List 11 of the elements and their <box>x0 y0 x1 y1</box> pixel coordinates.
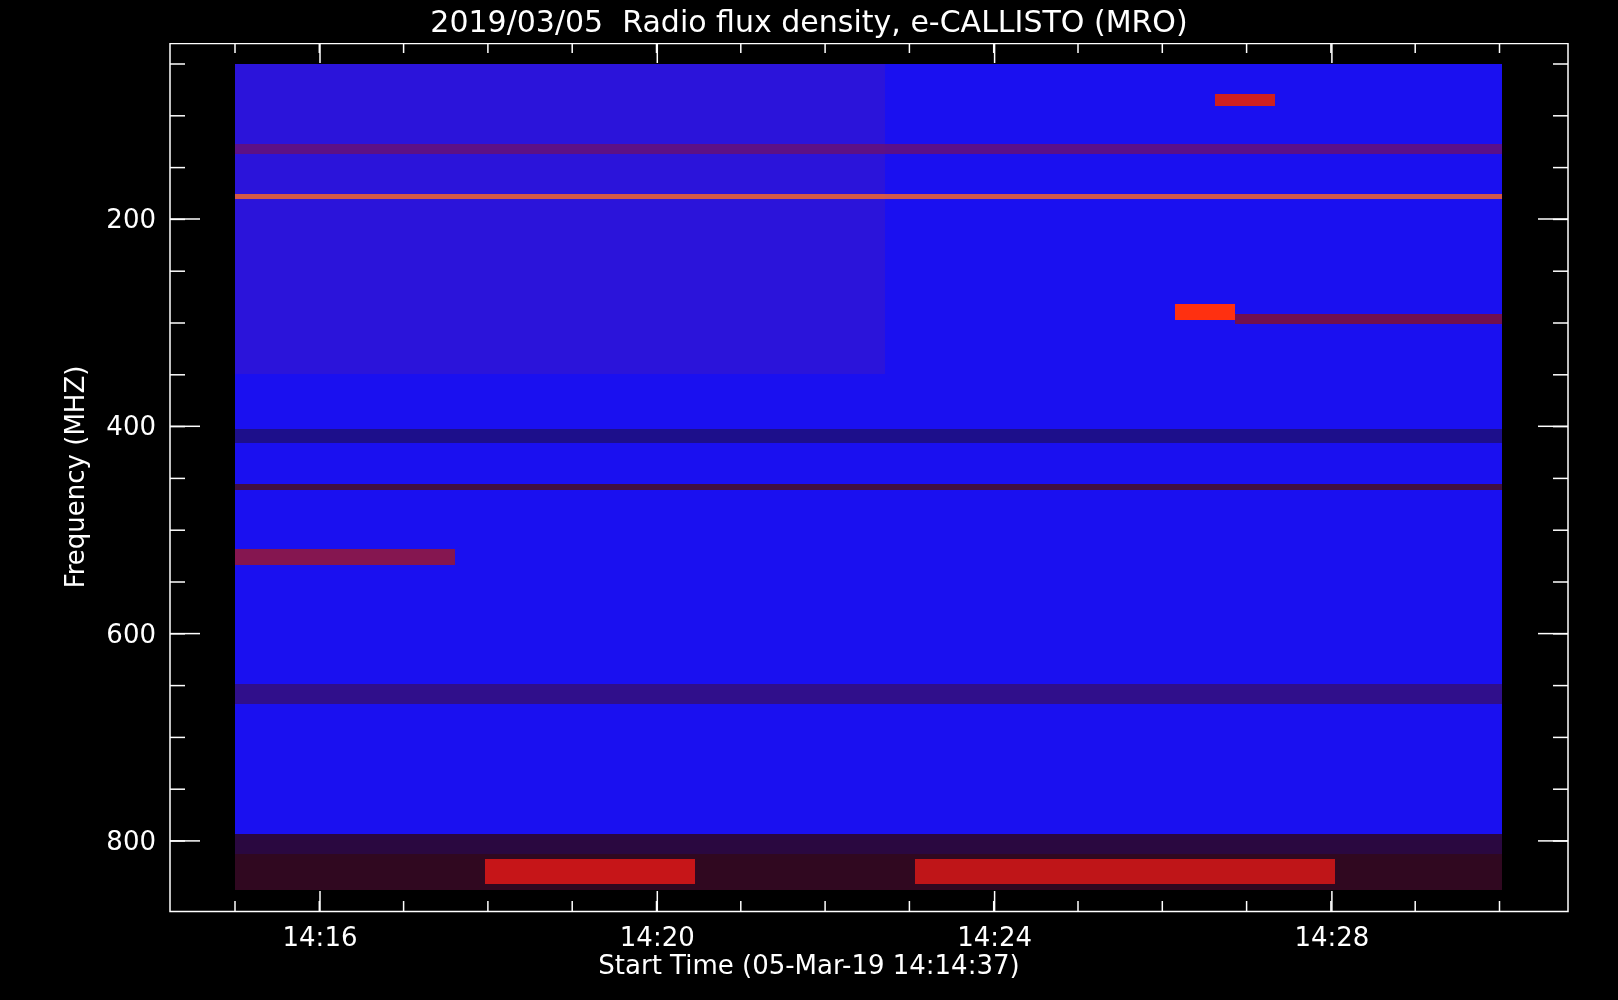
tick-label: 600 <box>106 618 156 649</box>
tick-label: 14:16 <box>282 922 358 948</box>
tick-label: 800 <box>106 825 156 856</box>
chart-title: 2019/03/05 Radio flux density, e-CALLISTO (MRO) <box>430 3 1188 41</box>
axis-label: Start Time (05-Mar-19 14:14:37) <box>598 950 1020 980</box>
tick-label: 14:28 <box>1294 922 1370 948</box>
tick-label: 14:24 <box>957 922 1033 948</box>
tick-label: 200 <box>106 204 156 234</box>
tick-label: 400 <box>106 411 156 442</box>
tick-label: 14:20 <box>619 922 695 948</box>
axis-label: Frequency (MHZ) <box>60 365 90 589</box>
